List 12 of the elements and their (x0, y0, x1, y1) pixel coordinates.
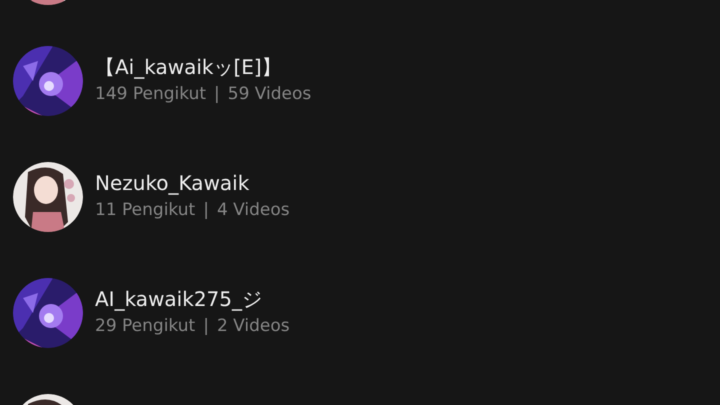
account-name[interactable]: AI_kawaik275_ジ (95, 286, 290, 312)
separator: | (203, 314, 209, 336)
video-count: 59 Videos (228, 82, 312, 104)
video-count: 4 Videos (216, 198, 290, 220)
video-count: 2 Videos (216, 314, 290, 336)
separator: | (203, 198, 209, 220)
separator: | (214, 82, 220, 104)
follower-count: 11 Pengikut (95, 198, 196, 220)
account-name[interactable]: Nezuko_Kawaik (95, 170, 290, 196)
follower-count: 149 Pengikut (95, 82, 206, 104)
follower-count: 29 Pengikut (95, 314, 196, 336)
account-name[interactable]: 【Ai_kawaikッ[E]】 (95, 54, 312, 80)
